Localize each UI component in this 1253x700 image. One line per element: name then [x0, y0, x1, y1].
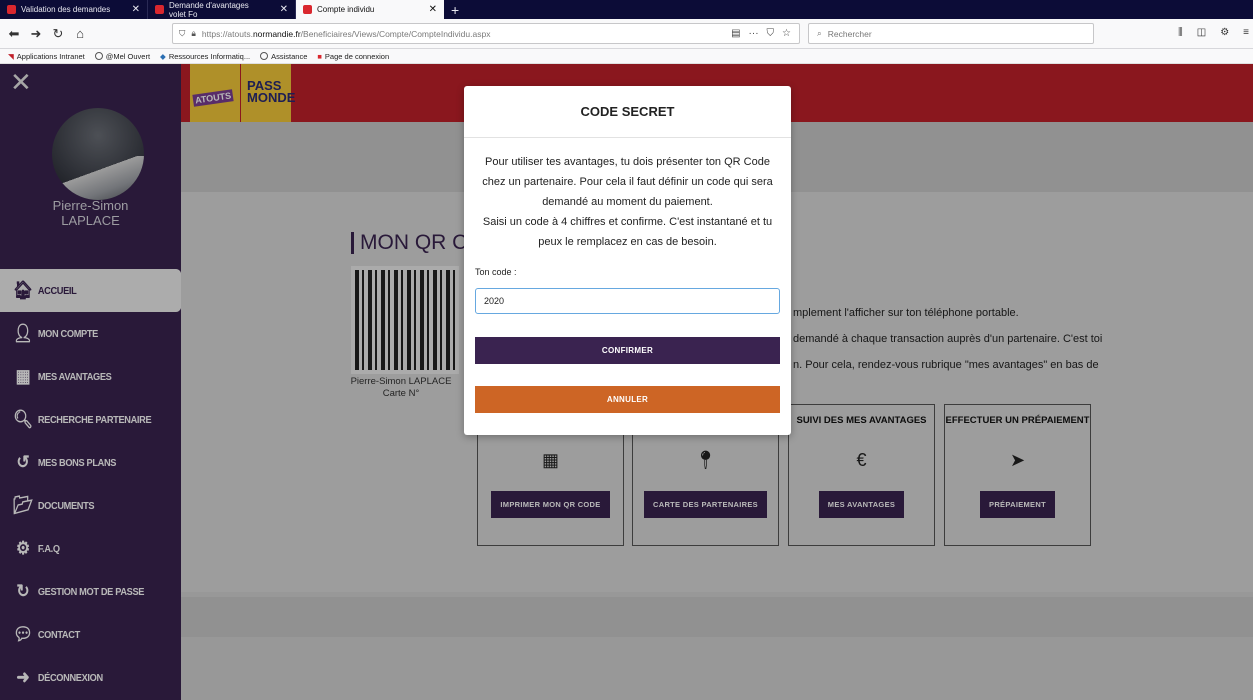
secret-code-modal: CODE SECRET Pour utiliser tes avantages,…: [464, 86, 791, 435]
bookmark-item[interactable]: ◆ Ressources Informatiq...: [160, 52, 250, 61]
modal-text-2: Saisi un code à 4 chiffres et confirme. …: [482, 216, 773, 248]
search-icon: ⌕: [817, 28, 822, 38]
reload-icon[interactable]: ↻: [47, 26, 69, 42]
tab-close-icon[interactable]: ✕: [270, 4, 288, 15]
lock-icon: 🔒︎: [191, 28, 196, 38]
search-placeholder: Rechercher: [827, 28, 872, 39]
tab-demande[interactable]: Demande d'avantages volet Fo ✕: [148, 0, 296, 19]
globe-icon: [94, 52, 103, 60]
tab-title: Compte individu: [317, 5, 375, 14]
tab-favicon-icon: [303, 5, 312, 14]
bookmark-favicon-icon: ■: [317, 51, 322, 61]
modal-text-1: Pour utiliser tes avantages, tu dois pré…: [482, 156, 773, 208]
browser-nav-bar: ⬅ ➜ ↻ ⌂ ⛉ 🔒︎ https://atouts.normandie.fr…: [0, 19, 1253, 49]
toolbar-icons: ⫼ ◫ ⚙ ≡: [1178, 27, 1249, 38]
home-icon[interactable]: ⌂: [69, 26, 91, 41]
url-prefix: https://atouts.: [201, 28, 253, 39]
tab-title: Demande d'avantages volet Fo: [169, 0, 249, 19]
forward-icon[interactable]: ➜: [25, 26, 47, 42]
plus-icon: +: [451, 1, 460, 18]
cancel-button[interactable]: ANNULER: [475, 386, 780, 413]
library-icon[interactable]: ⫼: [1178, 27, 1183, 38]
url-host: normandie.fr: [252, 28, 301, 39]
bookmark-item[interactable]: ◥ Applications Intranet: [8, 52, 85, 61]
url-path: /Beneficiaires/Views/Compte/CompteIndivi…: [300, 28, 491, 39]
tab-close-icon[interactable]: ✕: [419, 4, 437, 15]
modal-body: Pour utiliser tes avantages, tu dois pré…: [464, 138, 791, 252]
bookmark-label: @Mel Ouvert: [105, 51, 151, 61]
bookmark-item[interactable]: @Mel Ouvert: [94, 51, 151, 61]
bookmark-label: Applications Intranet: [16, 51, 85, 61]
modal-title: CODE SECRET: [464, 86, 791, 138]
tab-favicon-icon: [7, 5, 16, 14]
tab-validation[interactable]: Validation des demandes ✕: [0, 0, 148, 19]
pocket-icon[interactable]: ⛉: [767, 28, 775, 39]
bookmark-label: Assistance: [271, 51, 308, 61]
globe-icon: [260, 52, 269, 60]
reader-view-icon[interactable]: ▤: [731, 28, 740, 39]
back-icon[interactable]: ⬅: [3, 26, 25, 42]
bookmark-item[interactable]: ■ Page de connexion: [317, 52, 389, 61]
extension-icon[interactable]: ⚙: [1220, 27, 1229, 38]
code-label: Ton code :: [475, 267, 517, 277]
shield-icon: ⛉: [179, 28, 186, 38]
more-icon[interactable]: ···: [749, 28, 759, 39]
bookmark-star-icon[interactable]: ☆: [782, 28, 791, 39]
search-bar[interactable]: ⌕ Rechercher: [808, 23, 1094, 44]
confirm-button[interactable]: CONFIRMER: [475, 337, 780, 364]
sidebar-toggle-icon[interactable]: ◫: [1197, 27, 1206, 38]
bookmark-label: Page de connexion: [324, 51, 390, 61]
tab-compte-individu[interactable]: Compte individu ✕: [296, 0, 444, 19]
browser-tab-bar: Validation des demandes ✕ Demande d'avant…: [0, 0, 1253, 19]
tab-favicon-icon: [155, 5, 164, 14]
bookmark-favicon-icon: ◆: [160, 51, 166, 61]
tab-title: Validation des demandes: [21, 5, 111, 14]
url-bar[interactable]: ⛉ 🔒︎ https://atouts.normandie.fr/Benefic…: [172, 23, 800, 44]
code-input[interactable]: 2020: [475, 288, 780, 314]
url-actions: ▤ ··· ⛉ ☆: [731, 28, 799, 39]
new-tab-button[interactable]: +: [444, 0, 466, 19]
menu-icon[interactable]: ≡: [1243, 27, 1249, 38]
bookmark-label: Ressources Informatiq...: [168, 51, 251, 61]
tab-close-icon[interactable]: ✕: [122, 4, 140, 15]
bookmark-item[interactable]: Assistance: [260, 52, 307, 61]
bookmarks-bar: ◥ Applications Intranet @Mel Ouvert ◆ Ress…: [0, 49, 1253, 64]
bookmark-favicon-icon: ◥: [8, 51, 14, 61]
url-text: https://atouts.normandie.fr/Beneficiaire…: [202, 29, 491, 39]
